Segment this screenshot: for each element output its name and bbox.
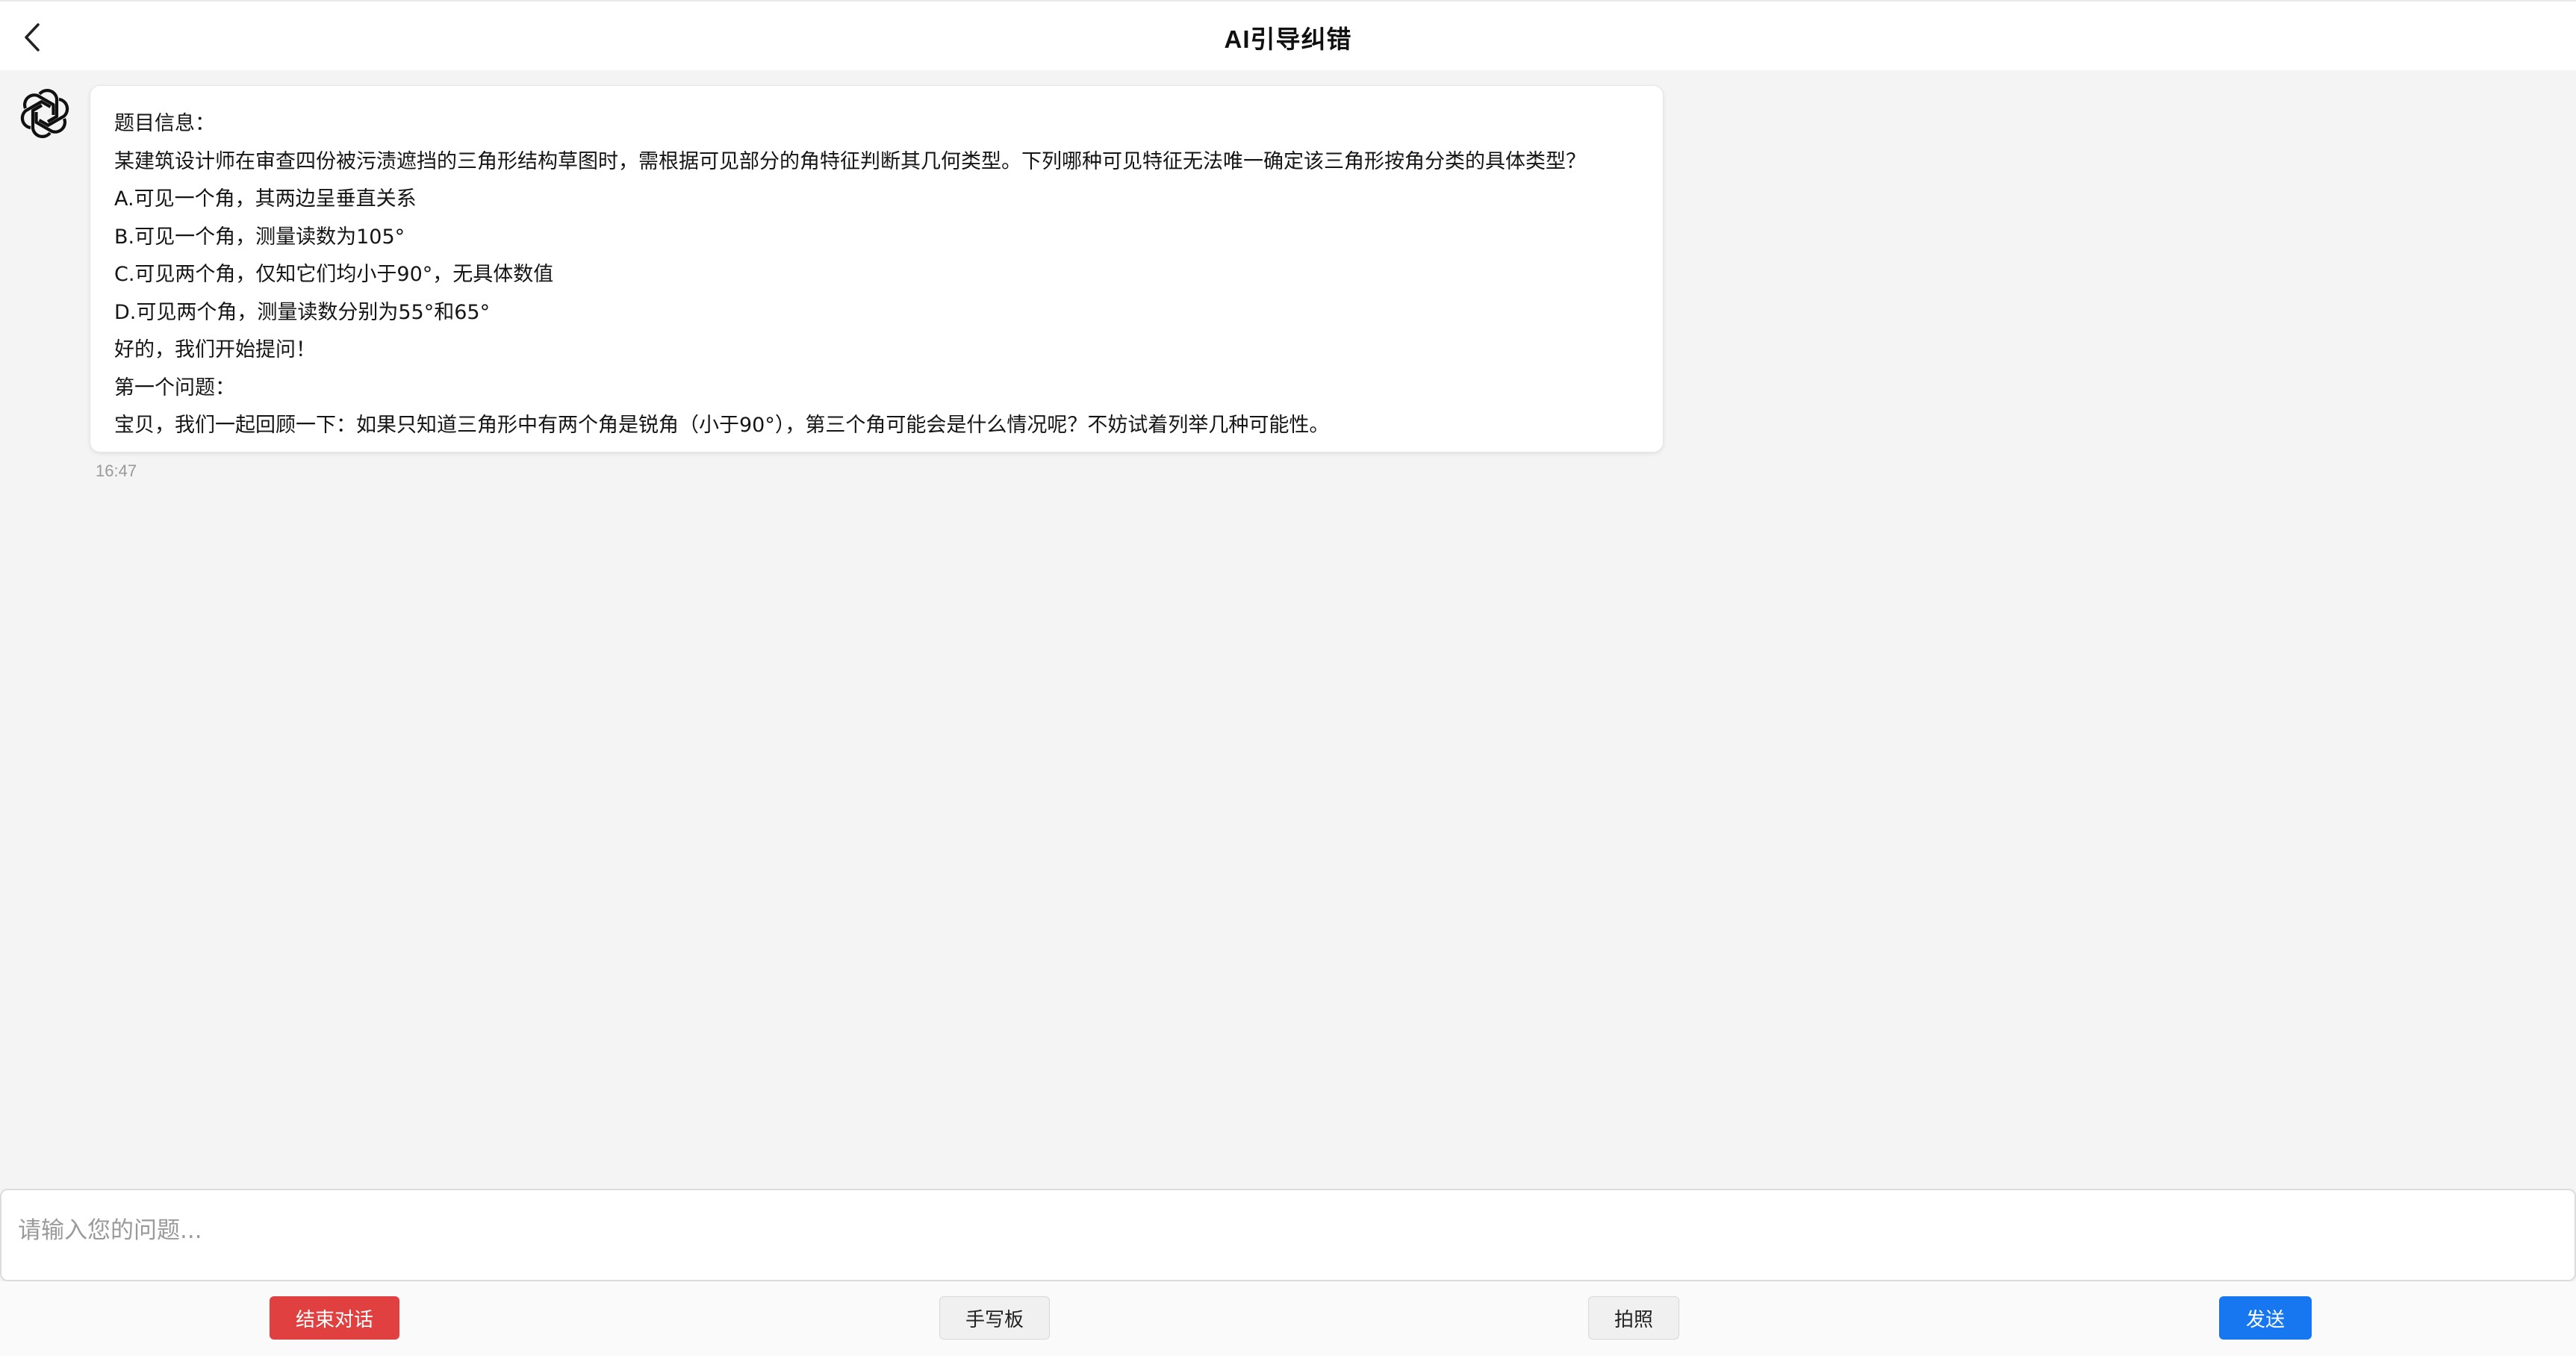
- question-input[interactable]: [1, 1190, 2575, 1280]
- message-line: 题目信息：: [114, 112, 215, 135]
- message-line: 好的，我们开始提问！: [114, 338, 316, 361]
- handwriting-button[interactable]: 手写板: [939, 1296, 1050, 1340]
- send-button[interactable]: 发送: [2219, 1296, 2312, 1340]
- message-line: 第一个问题：: [114, 376, 235, 399]
- header-bar: AI引导纠错: [0, 0, 2576, 70]
- message-line: D.可见两个角，测量读数分别为55°和65°: [114, 300, 491, 324]
- assistant-message-bubble: 题目信息： 某建筑设计师在审查四份被污渍遮挡的三角形结构草图时，需根据可见部分的…: [90, 85, 1664, 452]
- photo-button[interactable]: 拍照: [1588, 1296, 1679, 1340]
- action-bar: 结束对话 手写板 拍照 发送: [0, 1281, 2576, 1356]
- message-timestamp: 16:47: [96, 461, 137, 480]
- message-line: A.可见一个角，其两边呈垂直关系: [114, 187, 417, 211]
- question-input-container: [0, 1189, 2576, 1281]
- message-line: C.可见两个角，仅知它们均小于90°，无具体数值: [114, 263, 554, 286]
- assistant-avatar: [15, 84, 75, 143]
- message-line: B.可见一个角，测量读数为105°: [114, 225, 405, 249]
- message-line: 宝贝，我们一起回顾一下：如果只知道三角形中有两个角是锐角（小于90°），第三个角…: [114, 414, 1330, 437]
- chat-area[interactable]: 题目信息： 某建筑设计师在审查四份被污渍遮挡的三角形结构草图时，需根据可见部分的…: [0, 70, 2576, 1175]
- end-conversation-button[interactable]: 结束对话: [270, 1296, 399, 1340]
- openai-logo-icon: [20, 89, 69, 138]
- page-title: AI引导纠错: [1224, 25, 1352, 53]
- message-line: 某建筑设计师在审查四份被污渍遮挡的三角形结构草图时，需根据可见部分的角特征判断其…: [114, 149, 1586, 173]
- chat-page: AI引导纠错 题目信息： 某建筑设计师在审查四份被污渍遮挡的三角形结构草图时，需…: [0, 0, 2576, 1356]
